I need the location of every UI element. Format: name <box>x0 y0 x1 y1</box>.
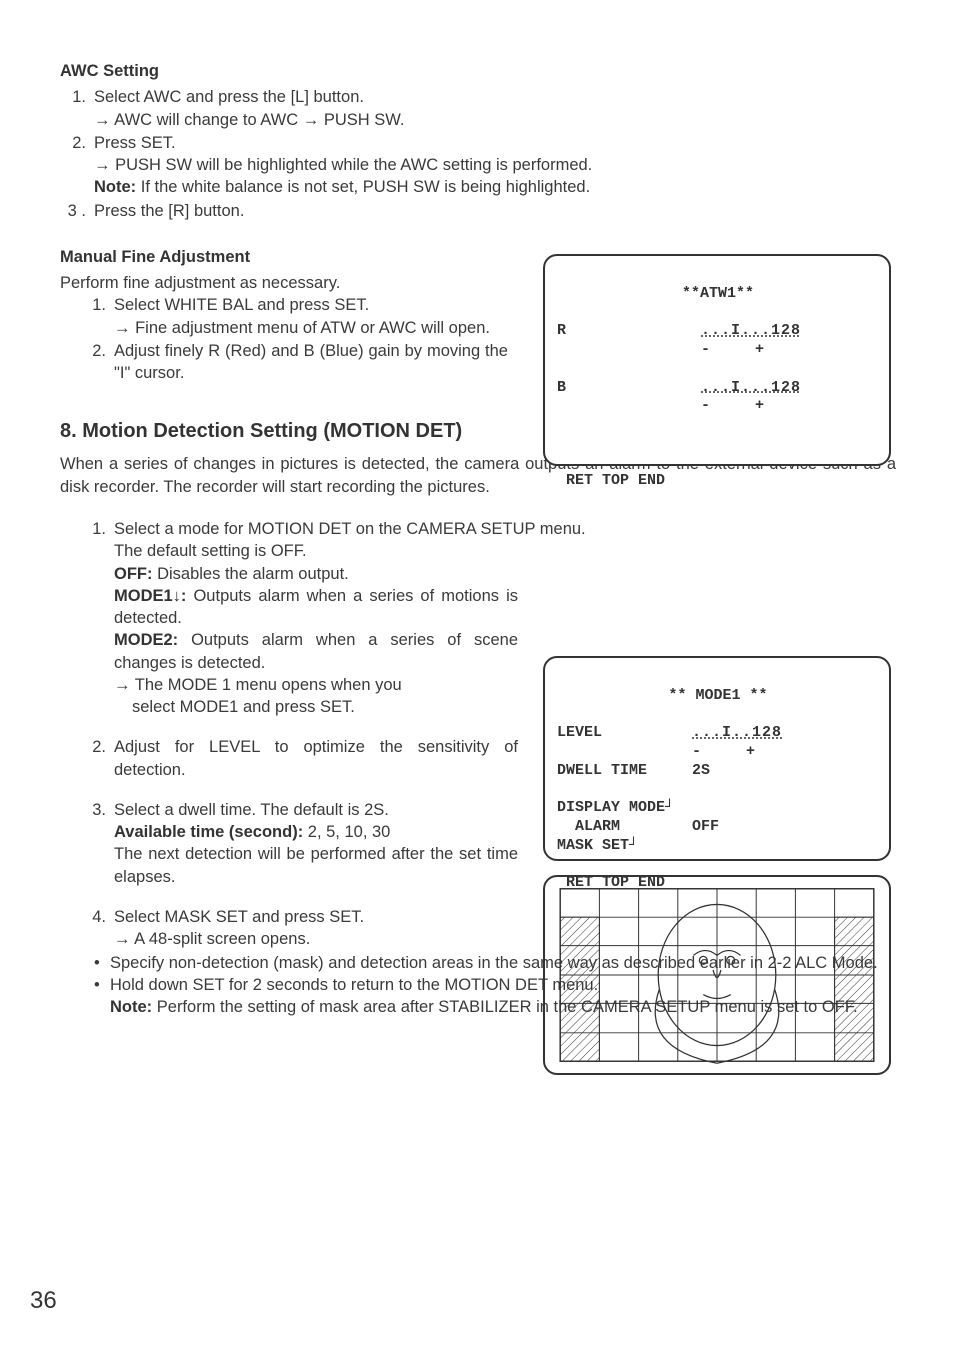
osd-footer: RET TOP END <box>557 472 665 489</box>
step-text: Select a mode for MOTION DET on the CAME… <box>114 520 586 538</box>
off-text: Disables the alarm output. <box>153 565 349 583</box>
step-text: Select MASK SET and press SET. <box>114 908 364 926</box>
sub-a: → The MODE 1 menu opens when you <box>114 676 402 694</box>
step-num: 1. <box>64 86 86 108</box>
osd-alarm-row: ALARM OFF <box>557 818 719 835</box>
sub-b: select MODE1 and press SET. <box>114 696 518 718</box>
awc-step2: 2. Press SET. → PUSH SW will be highligh… <box>60 132 896 199</box>
step-text: Press the [R] button. <box>94 202 244 220</box>
note-label: Note: <box>94 178 136 196</box>
osd-title: **ATW1** <box>557 285 879 304</box>
manual-steps: 1. Select WHITE BAL and press SET. → Fin… <box>80 294 508 384</box>
osd-r-label: R <box>557 322 566 339</box>
osd-level-scale: - + <box>557 743 755 760</box>
osd-scale: - + <box>701 341 764 358</box>
mode2-label: MODE2: <box>114 631 178 649</box>
step-sub: → The MODE 1 menu opens when you select … <box>114 674 518 719</box>
osd-alarm-label: ALARM <box>557 818 620 835</box>
s8-step2: 2. Adjust for LEVEL to optimize the sens… <box>80 736 518 781</box>
step-num: 2. <box>84 340 106 362</box>
step-num: 4. <box>84 906 106 928</box>
step-text: Adjust finely R (Red) and B (Blue) gain … <box>114 340 508 385</box>
osd-b-scale: - + <box>557 397 764 414</box>
osd-dwell-row: DWELL TIME 2S <box>557 762 710 779</box>
awc-step1: 1. Select AWC and press the [L] button. … <box>60 86 896 131</box>
osd-mask-row: MASK SET┘ <box>557 837 638 854</box>
page-number: 36 <box>30 1285 57 1317</box>
avail-line: Available time (second): 2, 5, 10, 30 <box>114 821 518 843</box>
awc-steps: 1. Select AWC and press the [L] button. … <box>60 86 896 222</box>
osd-scale: - + <box>701 397 764 414</box>
note-label: Note: <box>110 998 152 1016</box>
osd-b-row: B ...I...128 <box>557 379 801 396</box>
step-num: 1. <box>84 518 106 540</box>
step-line2: The default setting is OFF. <box>114 540 896 562</box>
note-text: If the white balance is not set, PUSH SW… <box>136 178 590 196</box>
step-num: 1. <box>84 294 106 316</box>
osd-r-val: ...I...128 <box>701 322 801 339</box>
awc-heading: AWC Setting <box>60 60 896 82</box>
step-num: 2. <box>84 736 106 758</box>
osd-panel-atw1: **ATW1** R ...I...128 - + B ...I...128 -… <box>543 254 891 466</box>
step-text: Adjust for LEVEL to optimize the sensiti… <box>114 736 518 781</box>
step-line3: The next detection will be performed aft… <box>114 843 518 888</box>
mode2-line: MODE2: Outputs alarm when a series of sc… <box>114 629 518 674</box>
avail-text: 2, 5, 10, 30 <box>303 823 390 841</box>
mode1-label: MODE1↓: <box>114 587 186 605</box>
step-text: Press SET. <box>94 134 176 152</box>
awc-step3: 3 . Press the [R] button. <box>60 200 896 222</box>
off-line: OFF: Disables the alarm output. <box>114 563 896 585</box>
osd-r-row: R ...I...128 <box>557 322 801 339</box>
step-num: 3 . <box>60 200 86 222</box>
osd-scale: - + <box>692 743 755 760</box>
osd-disp-row: DISPLAY MODE┘ <box>557 799 674 816</box>
mode1-line: MODE1↓: Outputs alarm when a series of m… <box>114 585 518 630</box>
mask-grid-illustration <box>543 875 891 1075</box>
osd-level-row: LEVEL ...I..128 <box>557 724 782 741</box>
step-sub: → Fine adjustment menu of ATW or AWC wil… <box>114 317 508 339</box>
step-sub: → AWC will change to AWC → PUSH SW. <box>94 109 896 131</box>
step-text: Select AWC and press the [L] button. <box>94 88 364 106</box>
osd-r-scale: - + <box>557 341 764 358</box>
manual-step2: 2. Adjust finely R (Red) and B (Blue) ga… <box>80 340 508 385</box>
step-num: 2. <box>64 132 86 154</box>
avail-label: Available time (second): <box>114 823 303 841</box>
step-sub: → PUSH SW will be highlighted while the … <box>94 154 896 176</box>
osd-dwell-label: DWELL TIME <box>557 762 647 779</box>
osd-b-label: B <box>557 379 566 396</box>
step-num: 3. <box>84 799 106 821</box>
off-label: OFF: <box>114 565 153 583</box>
osd-level-label: LEVEL <box>557 724 602 741</box>
step-text: Select WHITE BAL and press SET. <box>114 296 369 314</box>
s8-step3: 3. Select a dwell time. The default is 2… <box>80 799 518 888</box>
osd-b-val: ...I...128 <box>701 379 801 396</box>
awc-section: AWC Setting 1. Select AWC and press the … <box>60 60 896 222</box>
osd-title: ** MODE1 ** <box>557 687 879 706</box>
osd-dwell-val: 2S <box>692 762 710 779</box>
osd-panel-mode1: ** MODE1 ** LEVEL ...I..128 - + DWELL TI… <box>543 656 891 861</box>
osd-level-val: ...I..128 <box>692 724 782 741</box>
step-text: Select a dwell time. The default is 2S. <box>114 801 389 819</box>
step-note: Note: If the white balance is not set, P… <box>94 176 896 198</box>
manual-step1: 1. Select WHITE BAL and press SET. → Fin… <box>80 294 508 339</box>
osd-alarm-val: OFF <box>692 818 719 835</box>
